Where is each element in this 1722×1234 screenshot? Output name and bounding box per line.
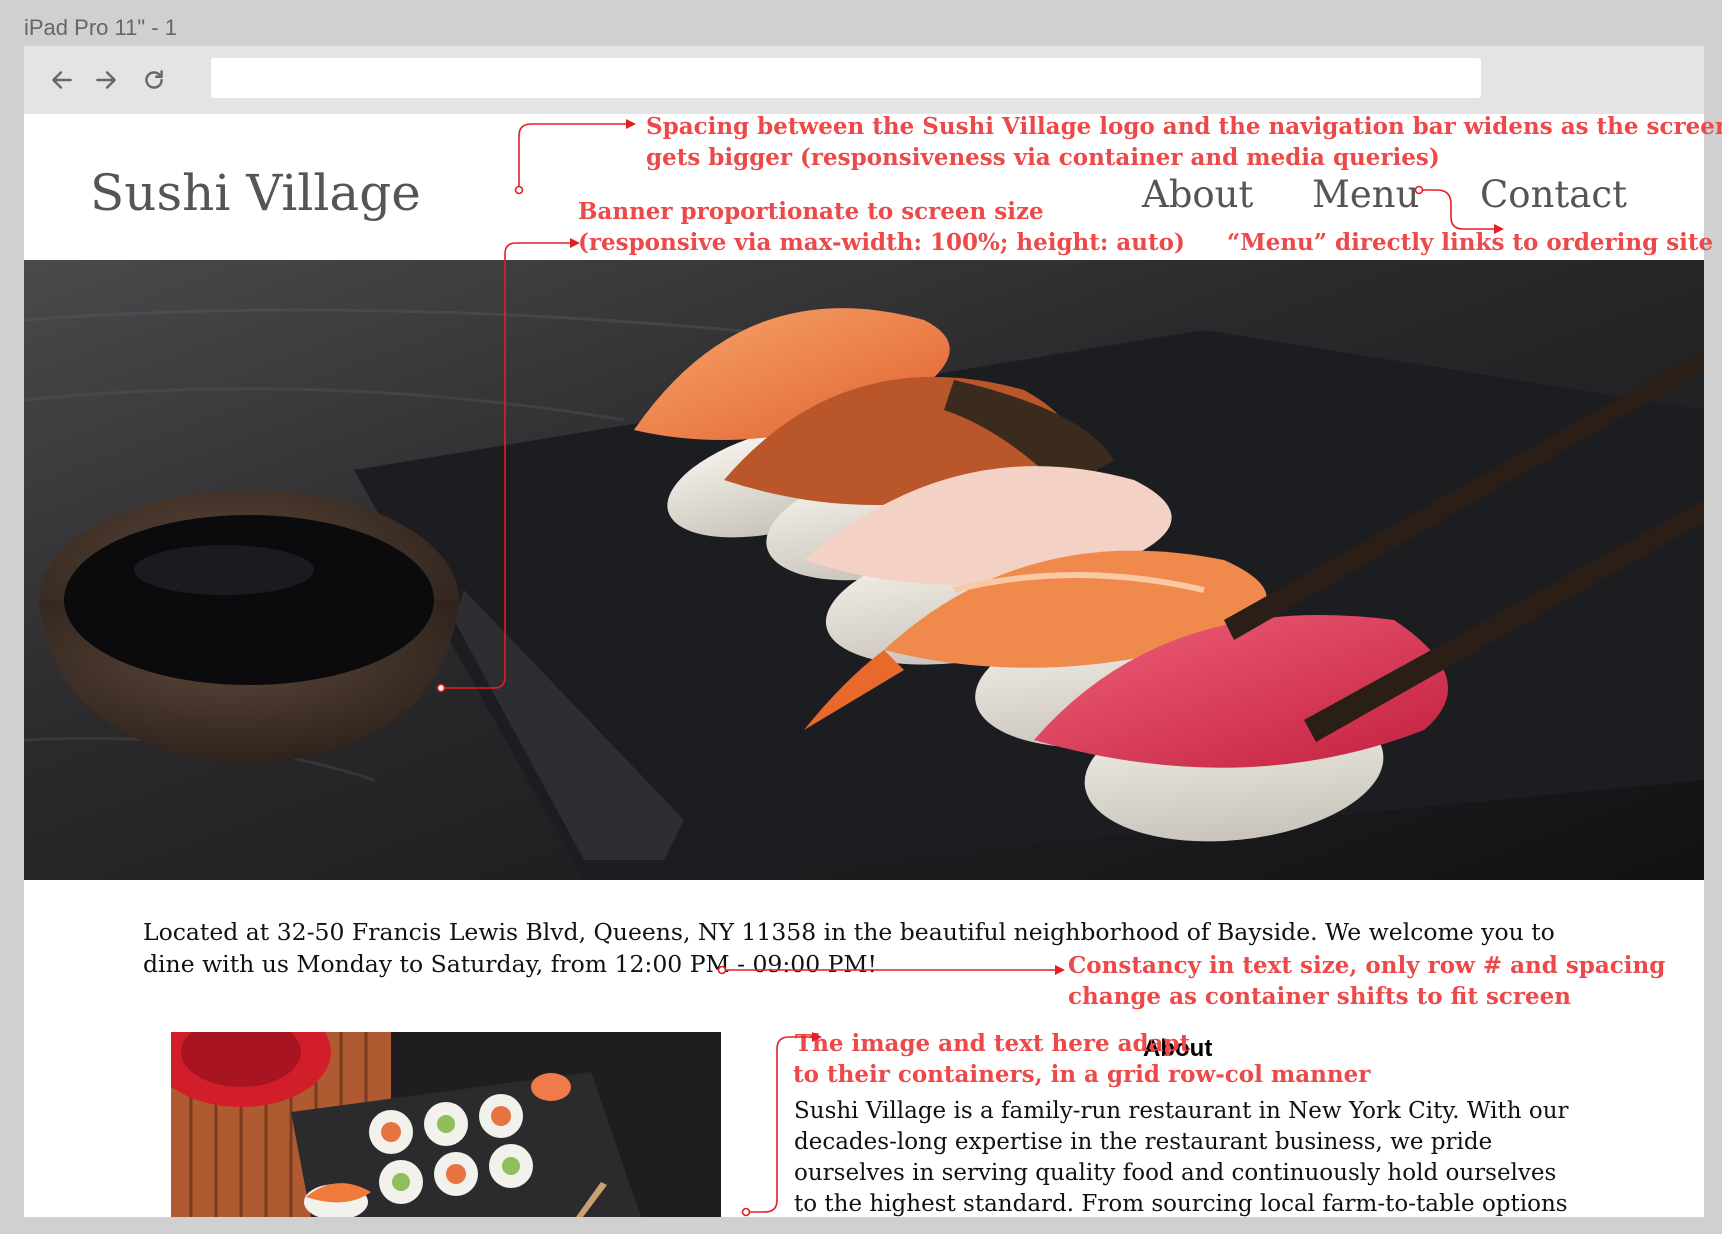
annotation-text-line1: Constancy in text size, only row # and s… [1068,952,1666,979]
arrow-left-icon [52,71,72,89]
hero-banner-image [24,260,1704,880]
nav-link-contact[interactable]: Contact [1480,173,1627,216]
annotation-spacing-line1: Spacing between the Sushi Village logo a… [646,113,1722,140]
site-logo[interactable]: Sushi Village [90,164,421,222]
forward-button[interactable] [88,62,124,98]
annotation-banner-line1: Banner proportionate to screen size [578,198,1044,225]
nav-link-about[interactable]: About [1142,173,1253,216]
nav-link-menu[interactable]: Menu [1312,173,1419,216]
annotation-spacing-line2: gets bigger (responsiveness via containe… [646,144,1440,171]
arrow-right-icon [96,71,116,89]
browser-toolbar [24,46,1704,114]
annotation-menu-note: “Menu” directly links to ordering site [1227,229,1714,256]
about-sushi-image [171,1032,721,1217]
annotation-text-line2: change as container shifts to fit screen [1068,983,1572,1010]
artboard-title: iPad Pro 11" - 1 [24,15,177,40]
annotation-grid-line1: The image and text here adapt [795,1030,1191,1057]
reload-button[interactable] [136,62,172,98]
annotation-banner-line2: (responsive via max-width: 100%; height:… [578,229,1185,256]
back-button[interactable] [44,62,80,98]
url-bar[interactable] [211,58,1481,98]
about-paragraph: Sushi Village is a family-run restaurant… [794,1098,1569,1217]
annotation-grid-line2: to their containers, in a grid row-col m… [793,1061,1371,1088]
reload-icon [145,70,163,89]
